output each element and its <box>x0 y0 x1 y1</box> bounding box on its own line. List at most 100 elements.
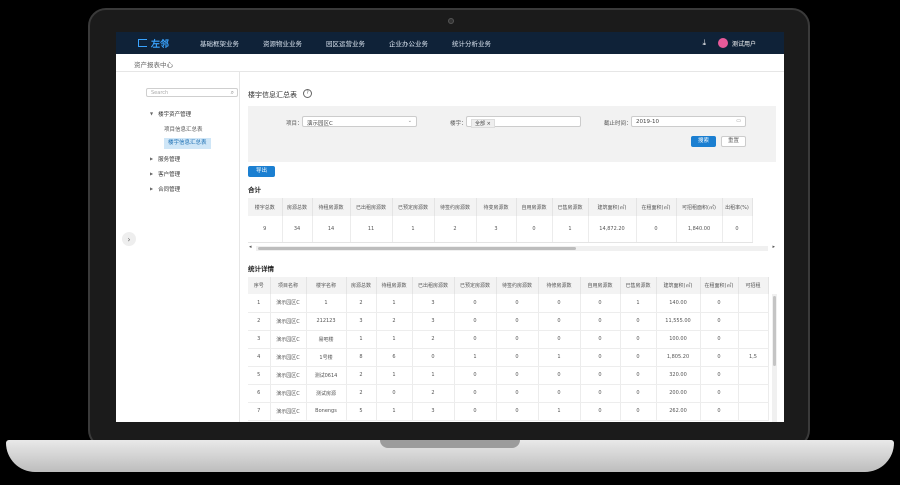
search-icon[interactable]: ⌕ <box>231 89 234 97</box>
nav-item-office[interactable]: 企业办公业务 <box>389 38 428 48</box>
table-cell: 200.00 <box>656 384 701 403</box>
table-row[interactable]: 1 演示园区C 1 2 1 3 0 0 0 0 1 140.00 0 <box>248 294 769 313</box>
sidebar-item-contract[interactable]: ▶ 合同管理 <box>150 181 211 196</box>
details-header-cell: 待修房源数 <box>538 277 581 294</box>
details-header-cell: 待租房源数 <box>376 277 413 294</box>
export-button[interactable]: 导出 <box>248 166 275 177</box>
table-cell: 1 <box>376 402 413 421</box>
table-cell: 0 <box>496 384 539 403</box>
download-icon[interactable]: ⤓ <box>702 38 706 48</box>
sidebar-search-input[interactable]: Search ⌕ <box>146 88 238 97</box>
summary-title: 合计 <box>248 186 261 194</box>
project-select[interactable]: 演示园区C ⌄ <box>302 116 417 127</box>
collapse-chevron-icon[interactable]: › <box>122 232 136 246</box>
summary-cell: 1 <box>392 216 435 243</box>
summary-header-cell: 已预定房源数 <box>392 198 435 216</box>
summary-cell: 34 <box>282 216 313 243</box>
table-cell: 0 <box>620 330 657 349</box>
caret-right-icon: ▶ <box>150 186 154 191</box>
summary-header-cell: 已售房源数 <box>552 198 589 216</box>
table-cell: 0 <box>454 402 497 421</box>
table-cell: 0 <box>580 348 621 367</box>
table-cell: 演示园区C <box>270 312 307 331</box>
sidebar-item-building-assets[interactable]: ▼ 楼宇资产管理 <box>150 106 211 121</box>
table-row[interactable]: 3 演示园区C 易吧楼 1 1 2 0 0 0 0 0 100.00 0 <box>248 330 769 349</box>
laptop-notch <box>380 440 520 448</box>
sidebar-item-service[interactable]: ▶ 服务管理 <box>150 151 211 166</box>
table-cell: 1 <box>376 330 413 349</box>
nav-item-analytics[interactable]: 统计分析业务 <box>452 38 491 48</box>
sidebar-item-project-summary[interactable]: 项目信息汇总表 <box>150 121 211 136</box>
table-cell: 1 <box>376 294 413 313</box>
summary-cell: 0 <box>722 216 753 243</box>
avatar[interactable] <box>717 38 728 48</box>
help-icon[interactable]: ? <box>303 89 312 98</box>
table-cell: 5 <box>346 402 377 421</box>
horizontal-scrollbar[interactable]: ◂ ▸ <box>249 244 775 251</box>
main-nav: 基础框架业务 资源物业业务 园区运营业务 企业办公业务 统计分析业务 <box>200 38 515 48</box>
table-cell: 0 <box>376 384 413 403</box>
table-cell: 320.00 <box>656 366 701 385</box>
table-row[interactable]: 4 演示园区C 1号楼 8 6 0 1 0 1 0 0 1,805.20 0 1,5 <box>248 348 769 367</box>
sidebar-item-building-summary[interactable]: 楼宇信息汇总表 <box>164 138 211 149</box>
table-cell: 0 <box>538 330 581 349</box>
user-name[interactable]: 测试用户 <box>732 39 756 48</box>
table-cell: 3 <box>248 330 271 349</box>
breadcrumb: 资产报表中心 <box>116 54 784 72</box>
table-row[interactable]: 5 演示园区C 测试0614 2 1 1 0 0 0 0 0 320.00 0 <box>248 366 769 385</box>
table-cell: 演示园区C <box>270 384 307 403</box>
scrollbar-thumb[interactable] <box>258 247 576 250</box>
nav-item-basic[interactable]: 基础框架业务 <box>200 38 239 48</box>
table-cell: 1 <box>346 330 377 349</box>
table-row[interactable]: 2 演示园区C 212123 3 2 3 0 0 0 0 0 11,555.00 0 <box>248 312 769 331</box>
table-cell: 0 <box>700 330 739 349</box>
table-cell: 1 <box>412 366 455 385</box>
table-cell: 1 <box>620 294 657 313</box>
details-table-wrap: 序号 项目名称 楼宇名称 房源总数 待租房源数 已出租房源数 已预定房源数 待签约房源数 待修房… <box>248 277 776 422</box>
vertical-scrollbar[interactable] <box>772 294 777 422</box>
nav-item-park[interactable]: 园区运营业务 <box>326 38 365 48</box>
table-cell: 0 <box>580 294 621 313</box>
scrollbar-thumb[interactable] <box>773 296 776 366</box>
table-cell: 0 <box>454 312 497 331</box>
deadline-picker[interactable]: 2019-10 ▭ <box>631 116 746 127</box>
table-cell: 1,5 <box>738 348 769 367</box>
building-label: 楼宇： <box>450 121 467 127</box>
summary-cell: 14 <box>312 216 351 243</box>
nav-item-property[interactable]: 资源物业业务 <box>263 38 302 48</box>
scroll-right-icon[interactable]: ▸ <box>772 244 775 250</box>
table-cell: 0 <box>700 348 739 367</box>
summary-header-cell: 在租面积(㎡) <box>636 198 677 216</box>
details-header-cell: 已预定房源数 <box>454 277 497 294</box>
table-cell: 演示园区C <box>270 402 307 421</box>
details-header-cell: 自用房源数 <box>580 277 621 294</box>
details-header-cell: 可招租 <box>738 277 769 294</box>
laptop-frame: 左邻 基础框架业务 资源物业业务 园区运营业务 企业办公业务 统计分析业务 ⤓ … <box>0 0 900 485</box>
filter-panel: 项目： 演示园区C ⌄ 楼宇： 全部 × 截止时间： 2019-10 ▭ 搜索 … <box>248 106 776 162</box>
table-cell: 0 <box>620 402 657 421</box>
app-screen: 左邻 基础框架业务 资源物业业务 园区运营业务 企业办公业务 统计分析业务 ⤓ … <box>116 32 784 422</box>
topbar-right: ⤓ 测试用户 <box>702 32 756 54</box>
table-cell: 1 <box>454 348 497 367</box>
building-tag[interactable]: 全部 × <box>471 119 495 128</box>
reset-button[interactable]: 重置 <box>721 136 746 147</box>
sidebar-item-customer[interactable]: ▶ 客户管理 <box>150 166 211 181</box>
building-select[interactable]: 全部 × <box>466 116 581 128</box>
table-cell: 262.00 <box>656 402 701 421</box>
summary-cell: 2 <box>434 216 477 243</box>
main-content: 楼宇信息汇总表 ? 项目： 演示园区C ⌄ 楼宇： 全部 × 截止时间： 201… <box>248 72 777 422</box>
table-cell: 演示园区C <box>270 366 307 385</box>
table-cell: 0 <box>700 366 739 385</box>
table-row[interactable]: 7 演示园区C Bonengs 5 1 3 0 0 1 0 0 262.00 0 <box>248 402 769 421</box>
app-logo[interactable]: 左邻 <box>138 37 200 50</box>
table-cell: 0 <box>412 348 455 367</box>
table-row[interactable]: 6 演示园区C 测试房源 2 0 2 0 0 0 0 0 200.00 0 <box>248 384 769 403</box>
caret-right-icon: ▶ <box>150 156 154 161</box>
table-cell: 0 <box>496 330 539 349</box>
table-cell: 0 <box>538 384 581 403</box>
table-cell: 0 <box>580 384 621 403</box>
search-button[interactable]: 搜索 <box>691 136 716 147</box>
table-cell: 0 <box>454 330 497 349</box>
summary-row: 9 34 14 11 1 2 3 0 1 14,872.20 0 1,840.00 0 <box>248 216 753 243</box>
scroll-left-icon[interactable]: ◂ <box>249 244 252 250</box>
